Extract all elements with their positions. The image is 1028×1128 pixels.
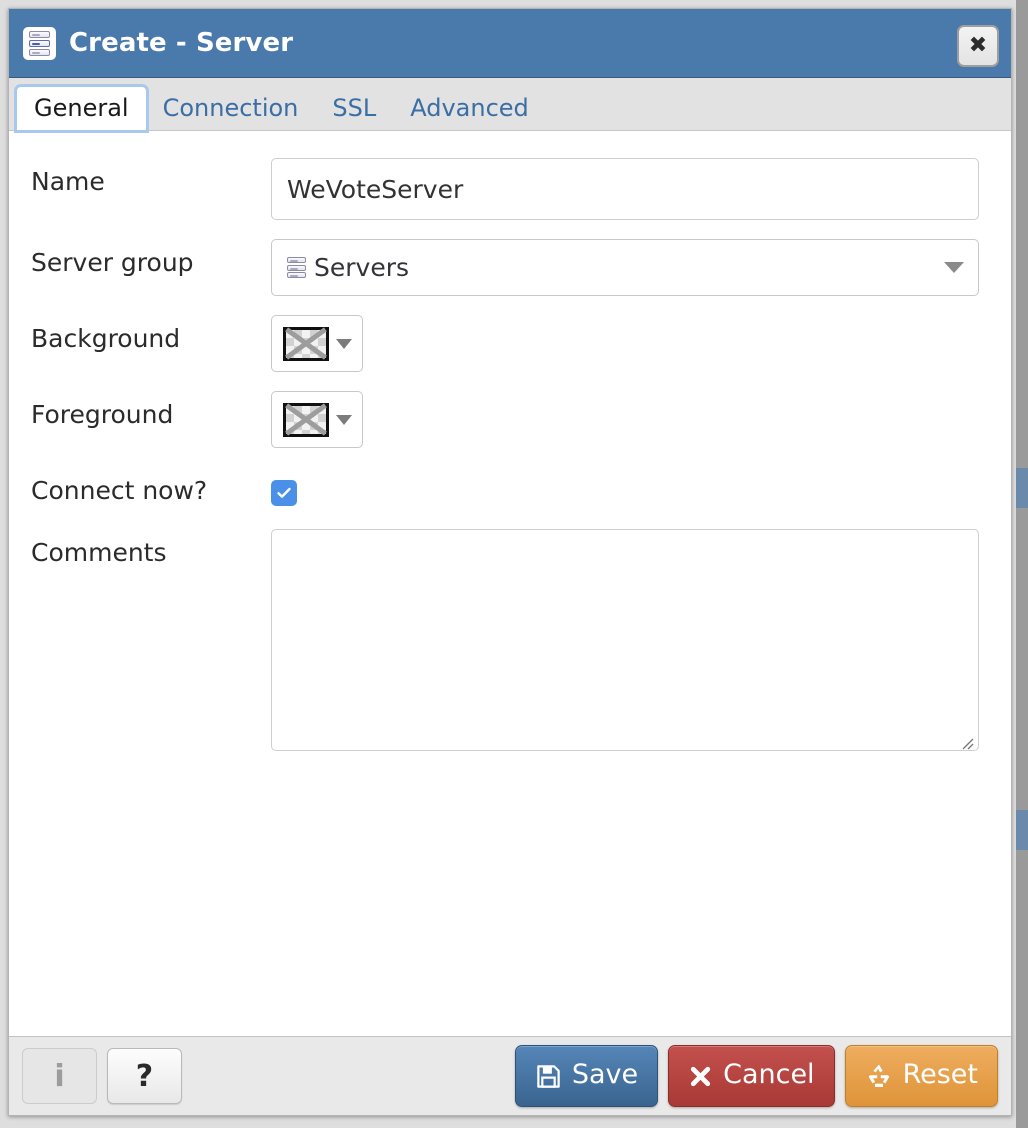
tab-connection[interactable]: Connection <box>146 87 316 130</box>
comments-label: Comments <box>31 538 167 567</box>
color-swatch-none-icon <box>282 402 329 437</box>
chevron-down-icon <box>944 262 964 273</box>
dialog-titlebar: Create - Server ✖ <box>9 9 1011 78</box>
background-panel-edge <box>1016 0 1028 1128</box>
floppy-disk-icon <box>537 1064 560 1088</box>
general-tab-panel: Name Server group Servers Background <box>9 131 1011 1036</box>
info-icon[interactable]: i <box>22 1048 97 1104</box>
form-row-name: Name <box>31 158 989 220</box>
tab-bar: General Connection SSL Advanced <box>9 78 1011 131</box>
chevron-down-icon <box>335 414 352 425</box>
form-row-background: Background <box>31 315 989 372</box>
foreground-color-picker[interactable] <box>271 391 363 448</box>
connect-now-checkbox[interactable] <box>271 480 297 506</box>
tab-ssl[interactable]: SSL <box>315 87 393 130</box>
dialog-footer: i ? Save Cancel Reset <box>9 1036 1011 1115</box>
dialog-title: Create - Server <box>69 28 294 58</box>
help-glyph: ? <box>135 1058 154 1094</box>
server-rack-icon <box>287 257 306 278</box>
background-label: Background <box>31 324 181 353</box>
reset-button-label: Reset <box>902 1059 978 1090</box>
chevron-down-icon <box>335 338 352 349</box>
tab-general[interactable]: General <box>17 87 146 130</box>
create-server-dialog: Create - Server ✖ General Connection SSL… <box>8 8 1012 1116</box>
close-icon[interactable]: ✖ <box>957 25 999 67</box>
background-color-picker[interactable] <box>271 315 363 372</box>
close-glyph: ✖ <box>968 33 988 58</box>
comments-textarea[interactable] <box>271 529 979 751</box>
form-row-comments: Comments <box>31 529 989 755</box>
cross-icon <box>690 1066 711 1086</box>
server-group-value: Servers <box>314 253 410 282</box>
footer-left-buttons: i ? <box>22 1048 182 1104</box>
color-swatch-none-icon <box>282 326 329 361</box>
save-button[interactable]: Save <box>514 1045 659 1107</box>
help-icon[interactable]: ? <box>107 1048 182 1104</box>
background-panel-highlight-top <box>1016 468 1028 508</box>
server-group-label: Server group <box>31 248 194 277</box>
connect-now-label: Connect now? <box>31 476 208 505</box>
cancel-button[interactable]: Cancel <box>668 1045 835 1107</box>
save-button-label: Save <box>571 1059 639 1090</box>
server-group-select[interactable]: Servers <box>271 239 979 296</box>
form-row-server-group: Server group Servers <box>31 239 989 296</box>
info-glyph: i <box>54 1058 65 1094</box>
check-icon <box>277 487 291 498</box>
form-row-foreground: Foreground <box>31 391 989 448</box>
foreground-label: Foreground <box>31 400 174 429</box>
tab-advanced[interactable]: Advanced <box>393 87 546 130</box>
server-rack-icon <box>23 26 56 60</box>
form-row-connect-now: Connect now? <box>31 467 989 506</box>
cancel-button-label: Cancel <box>723 1059 815 1090</box>
name-input[interactable] <box>271 158 979 220</box>
name-label: Name <box>31 167 105 196</box>
recycle-icon <box>868 1064 889 1087</box>
footer-action-buttons: Save Cancel Reset <box>514 1045 998 1107</box>
reset-button[interactable]: Reset <box>844 1045 998 1107</box>
background-panel-highlight-bottom <box>1016 810 1028 850</box>
